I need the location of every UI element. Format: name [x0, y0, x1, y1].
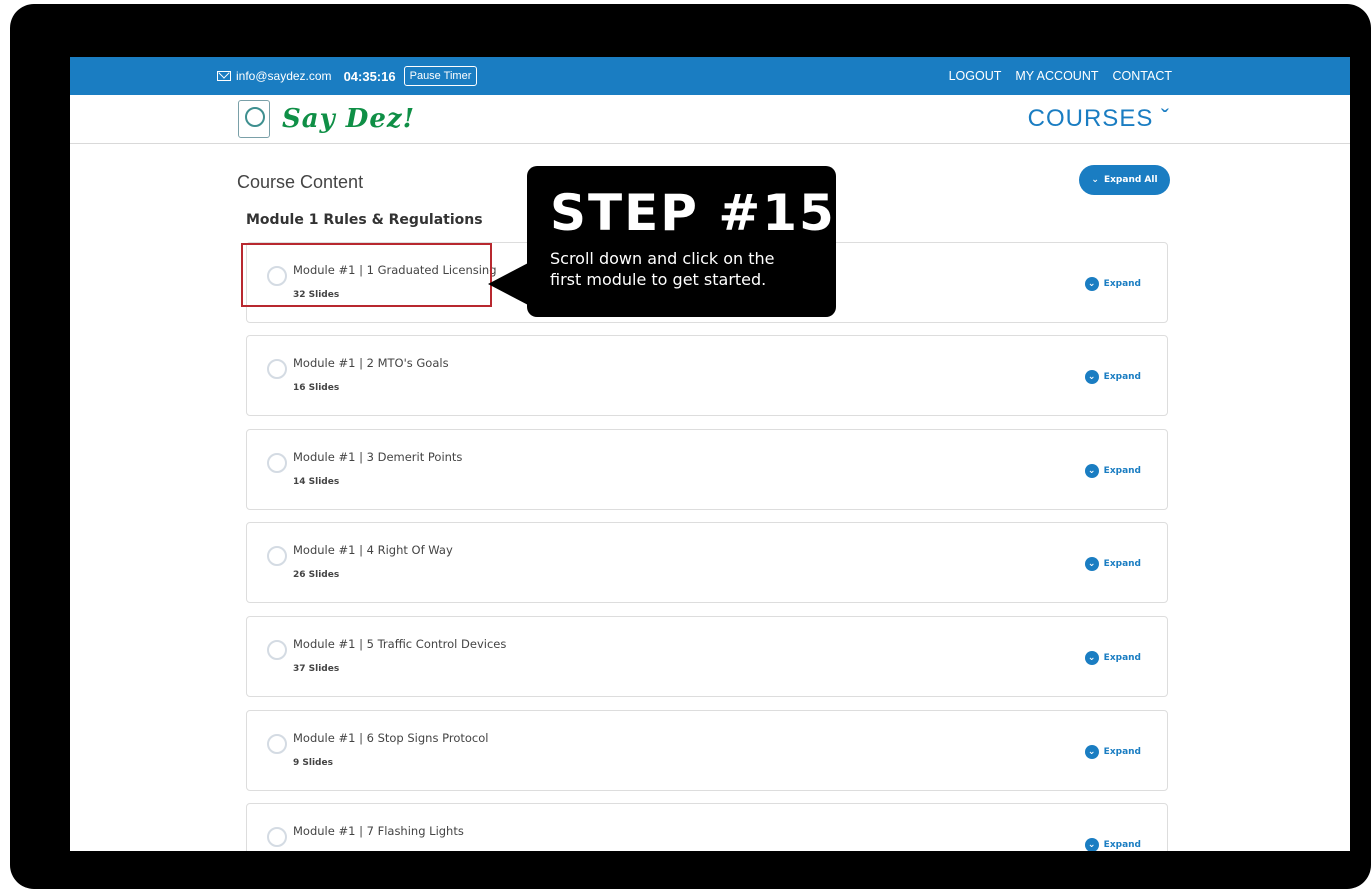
- module-title[interactable]: Module #1 | 6 Stop Signs Protocol: [293, 731, 488, 745]
- session-timer: 04:35:16: [343, 68, 396, 84]
- expand-button[interactable]: ⌄ Expand: [1084, 464, 1141, 478]
- module-title[interactable]: Module #1 | 4 Right Of Way: [293, 543, 453, 557]
- chevron-down-icon: ⌄: [1084, 838, 1099, 851]
- expand-button[interactable]: ⌄ Expand: [1084, 745, 1141, 759]
- module-title[interactable]: Module #1 | 7 Flashing Lights: [293, 824, 464, 838]
- slide-count: 14 Slides: [293, 477, 340, 487]
- expand-label: Expand: [1103, 840, 1141, 850]
- highlight-box: [241, 243, 492, 307]
- step-text-line-2: first module to get started.: [550, 270, 767, 289]
- step-title: STEP #15: [550, 184, 836, 242]
- module-card-4[interactable]: Module #1 | 4 Right Of Way 26 Slides ⌄ Ex…: [246, 522, 1168, 603]
- pause-timer-button[interactable]: Pause Timer: [403, 66, 478, 86]
- module-title[interactable]: Module #1 | 2 MTO's Goals: [293, 356, 449, 370]
- module-card-5[interactable]: Module #1 | 5 Traffic Control Devices 37…: [246, 616, 1168, 697]
- chevron-down-icon: ⌄: [1084, 745, 1099, 759]
- slide-count: 26 Slides: [293, 570, 340, 580]
- site-header: Say Dez! COURSES ˇ: [70, 95, 1350, 144]
- mail-icon: [217, 71, 231, 81]
- module-card-7[interactable]: Module #1 | 7 Flashing Lights ⌄ Expand: [246, 803, 1168, 851]
- expand-label: Expand: [1103, 559, 1141, 569]
- slide-count: 37 Slides: [293, 664, 340, 674]
- module-card-3[interactable]: Module #1 | 3 Demerit Points 14 Slides ⌄…: [246, 429, 1168, 510]
- module-title[interactable]: Module #1 | 3 Demerit Points: [293, 450, 462, 464]
- expand-label: Expand: [1103, 372, 1141, 382]
- module-heading: Module 1 Rules & Regulations: [246, 212, 483, 228]
- logo-text: Say Dez!: [282, 104, 416, 134]
- logo-icon: [238, 100, 270, 138]
- chevron-down-icon: ⌄: [1084, 277, 1099, 291]
- expand-button[interactable]: ⌄ Expand: [1084, 370, 1141, 384]
- expand-all-button[interactable]: ⌄ Expand All: [1079, 165, 1170, 195]
- expand-all-label: Expand All: [1103, 175, 1158, 185]
- progress-circle-icon: [267, 546, 287, 566]
- expand-button[interactable]: ⌄ Expand: [1084, 557, 1141, 571]
- page-title: Course Content: [237, 172, 364, 192]
- top-bar: info@saydez.com 04:35:16 Pause Timer LOG…: [70, 57, 1350, 95]
- expand-button[interactable]: ⌄ Expand: [1084, 651, 1141, 665]
- slide-count: 9 Slides: [293, 758, 333, 768]
- my-account-link[interactable]: MY ACCOUNT: [1015, 69, 1098, 83]
- logout-link[interactable]: LOGOUT: [949, 69, 1002, 83]
- module-title[interactable]: Module #1 | 5 Traffic Control Devices: [293, 637, 506, 651]
- expand-label: Expand: [1103, 747, 1141, 757]
- progress-circle-icon: [267, 640, 287, 660]
- courses-menu[interactable]: COURSES ˇ: [1028, 105, 1170, 133]
- slide-count: 16 Slides: [293, 383, 340, 393]
- progress-circle-icon: [267, 827, 287, 847]
- progress-circle-icon: [267, 734, 287, 754]
- step-callout: STEP #15 Scroll down and click on the fi…: [527, 166, 836, 317]
- expand-button[interactable]: ⌄ Expand: [1084, 277, 1141, 291]
- module-card-6[interactable]: Module #1 | 6 Stop Signs Protocol 9 Slid…: [246, 710, 1168, 791]
- chevron-down-icon: ⌄: [1091, 175, 1099, 185]
- top-nav: LOGOUT MY ACCOUNT CONTACT: [949, 57, 1172, 95]
- top-bar-left: info@saydez.com 04:35:16 Pause Timer: [217, 57, 478, 95]
- chevron-down-icon: ⌄: [1084, 557, 1099, 571]
- email-link[interactable]: info@saydez.com: [236, 69, 332, 83]
- expand-label: Expand: [1103, 279, 1141, 289]
- device-frame: info@saydez.com 04:35:16 Pause Timer LOG…: [10, 4, 1371, 889]
- logo[interactable]: Say Dez!: [238, 100, 415, 138]
- expand-label: Expand: [1103, 653, 1141, 663]
- expand-label: Expand: [1103, 466, 1141, 476]
- step-text-line-1: Scroll down and click on the: [550, 249, 775, 268]
- callout-pointer: [488, 262, 530, 306]
- chevron-down-icon: ⌄: [1084, 464, 1099, 478]
- chevron-down-icon: ⌄: [1084, 651, 1099, 665]
- chevron-down-icon: ⌄: [1084, 370, 1099, 384]
- contact-link[interactable]: CONTACT: [1113, 69, 1173, 83]
- expand-button[interactable]: ⌄ Expand: [1084, 838, 1141, 851]
- step-instructions: Scroll down and click on the first modul…: [550, 248, 775, 290]
- module-card-2[interactable]: Module #1 | 2 MTO's Goals 16 Slides ⌄ Exp…: [246, 335, 1168, 416]
- progress-circle-icon: [267, 453, 287, 473]
- progress-circle-icon: [267, 359, 287, 379]
